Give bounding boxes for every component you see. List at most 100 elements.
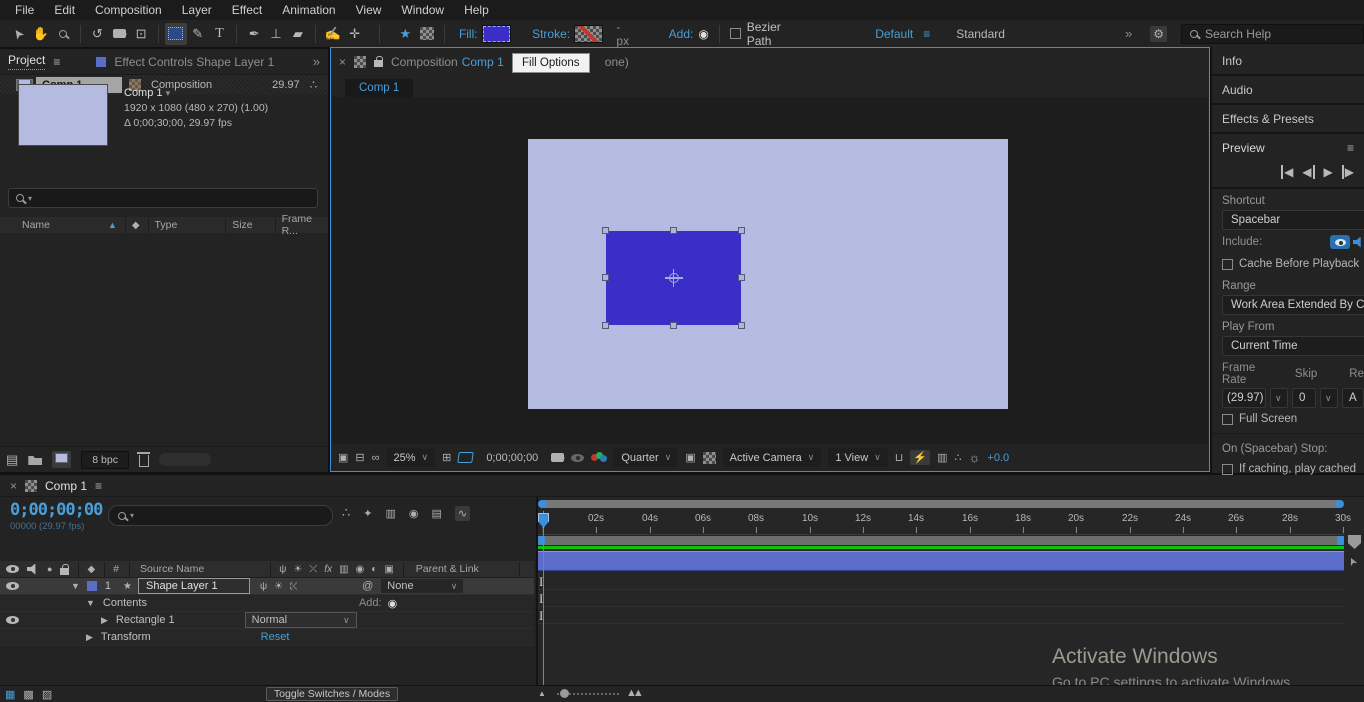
layer-collapse-icon[interactable]: ☀ (274, 581, 283, 592)
layer-name-field[interactable]: Shape Layer 1 (138, 578, 250, 594)
zoom-tool-icon[interactable] (52, 23, 74, 45)
parent-dropdown[interactable]: None∨ (381, 579, 463, 593)
eraser-tool-icon[interactable]: ▰ (287, 23, 309, 45)
time-ruler[interactable]: 0s02s04s06s08s10s12s14s16s18s20s22s24s26… (538, 511, 1344, 535)
exposure-value[interactable]: +0.0 (987, 452, 1009, 464)
play-from-dropdown[interactable]: Current Time (1222, 336, 1364, 356)
selection-handle[interactable] (738, 274, 745, 281)
layer-label-chip[interactable] (87, 581, 97, 591)
zoom-out-mountain-icon[interactable]: ▲ (538, 689, 546, 698)
blend-mode-dropdown[interactable]: Normal∨ (245, 612, 357, 628)
selection-handle[interactable] (670, 227, 677, 234)
magnification-dropdown[interactable]: 25%∨ (386, 448, 435, 467)
audio-column-icon[interactable] (27, 564, 39, 575)
draft-3d-icon[interactable]: ✦ (363, 507, 372, 520)
rectangle-label[interactable]: Rectangle 1 (116, 614, 175, 626)
sidebar-panel-header[interactable]: Effects & Presets (1212, 105, 1364, 134)
selection-tool-icon[interactable]: ➤ (8, 23, 30, 45)
skip-dropdown[interactable]: 0 (1292, 388, 1316, 408)
skip-caret[interactable]: ∨ (1320, 388, 1338, 408)
share-view-icon[interactable]: ⊔ (895, 451, 904, 464)
transform-label[interactable]: Transform (101, 631, 151, 643)
tab-project[interactable]: Project (8, 53, 45, 70)
lock-icon[interactable] (374, 60, 383, 67)
layer-shy-icon[interactable]: ψ (260, 581, 267, 592)
column-name[interactable]: Name (22, 219, 50, 231)
selection-handle[interactable] (602, 322, 609, 329)
type-tool-icon[interactable]: T (209, 23, 231, 45)
fx-column-icon[interactable]: fx (324, 564, 332, 575)
tab-effect-controls[interactable]: Effect Controls Shape Layer 1 (114, 55, 274, 69)
add-label[interactable]: Add: (669, 27, 694, 41)
selection-handle[interactable] (670, 322, 677, 329)
composition-canvas[interactable] (528, 139, 1008, 409)
stereo-glasses-icon[interactable]: ∞ (372, 452, 380, 464)
transform-row[interactable]: ▶ Transform Reset (0, 629, 534, 646)
pickwhip-icon[interactable]: @ (362, 580, 373, 592)
include-audio-icon[interactable] (1353, 237, 1364, 248)
preview-panel-header[interactable]: Preview ≡ (1212, 134, 1364, 161)
workspace-settings-icon[interactable]: ⚙ (1150, 26, 1167, 42)
anchor-point[interactable] (667, 271, 681, 285)
parent-link-column-label[interactable]: Parent & Link (416, 563, 479, 575)
close-icon[interactable]: × (10, 479, 17, 493)
shape-rectangle[interactable] (606, 231, 741, 325)
cache-before-playback-checkbox[interactable] (1222, 259, 1233, 270)
timeline-tab-comp1[interactable]: Comp 1 (45, 479, 87, 493)
layer-row-shape-layer-1[interactable]: ▼ 1 ★ Shape Layer 1 ψ ☀ ⤪ @ None∨ (0, 578, 534, 595)
menu-item[interactable]: View (347, 1, 391, 19)
layer-quality-icon[interactable]: ⤪ (290, 581, 298, 592)
viewer-timecode[interactable]: 0;00;00;00 (486, 452, 538, 464)
interpret-footage-icon[interactable]: ▤ (6, 452, 18, 468)
sidebar-panel-header[interactable]: Info (1212, 47, 1364, 76)
expand-transform-icon[interactable]: ▶ (86, 632, 93, 643)
new-composition-icon[interactable] (52, 451, 71, 468)
stroke-color-swatch[interactable] (575, 26, 602, 42)
transparency-grid-icon[interactable] (703, 452, 716, 464)
workspace-menu-icon[interactable]: ≡ (923, 27, 930, 41)
workspace-standard[interactable]: Standard (956, 27, 1005, 41)
selection-handle[interactable] (738, 227, 745, 234)
toggle-switches-modes-button[interactable]: Toggle Switches / Modes (266, 687, 398, 701)
selection-handle[interactable] (602, 227, 609, 234)
camera-tool-icon[interactable] (108, 23, 130, 45)
brainstorm-icon[interactable]: ▤ (432, 507, 442, 520)
comp-info-title[interactable]: Comp 1 (124, 87, 163, 99)
label-column-icon[interactable]: ◆ (87, 564, 95, 575)
contents-label[interactable]: Contents (103, 597, 147, 609)
zoom-in-mountains-icon[interactable]: ▲▲ (626, 687, 640, 699)
layer-video-icon[interactable] (6, 582, 19, 590)
timeline-horizontal-scrollbar[interactable] (540, 500, 1342, 508)
rectangle-visibility-icon[interactable] (6, 616, 19, 624)
expand-layer-icon[interactable]: ▼ (71, 581, 80, 591)
threed-column-icon[interactable]: ▣ (384, 564, 393, 575)
resolution-dropdown[interactable]: Quarter∨ (614, 448, 678, 467)
selection-handle[interactable] (738, 322, 745, 329)
composition-tab-comp-name[interactable]: Comp 1 (462, 55, 504, 69)
comp-thumbnail[interactable] (18, 84, 108, 146)
graph-editor-icon[interactable]: ∿ (455, 506, 470, 521)
rectangle-tool-icon[interactable] (165, 23, 187, 45)
current-timecode[interactable]: 0;00;00;00 (10, 500, 102, 520)
collapse-column-icon[interactable]: ☀ (293, 564, 302, 575)
rectangle-1-row[interactable]: ▶ Rectangle 1 Normal∨ (0, 612, 534, 629)
clone-stamp-tool-icon[interactable]: ⊥ (265, 23, 287, 45)
column-type[interactable]: Type (155, 219, 178, 231)
column-size[interactable]: Size (232, 219, 252, 231)
resolution-preview-dropdown[interactable]: A (1342, 388, 1364, 408)
hand-tool-icon[interactable]: ✋ (30, 23, 52, 45)
source-name-column-label[interactable]: Source Name (140, 563, 204, 575)
shortcut-dropdown[interactable]: Spacebar (1222, 210, 1364, 230)
delete-icon[interactable] (139, 455, 149, 467)
viewer-tab-comp1[interactable]: Comp 1 (345, 79, 413, 97)
if-caching-checkbox[interactable] (1222, 464, 1233, 475)
transform-reset-link[interactable]: Reset (261, 631, 290, 643)
menu-item[interactable]: Window (392, 1, 453, 19)
show-snapshot-icon[interactable] (571, 454, 584, 462)
timeline-search[interactable]: ▾ (108, 505, 333, 526)
brush-tool-icon[interactable]: ✒ (243, 23, 265, 45)
star-tool-icon[interactable]: ★ (394, 23, 416, 45)
playhead-line[interactable] (543, 511, 544, 685)
play-button[interactable]: ▶ (1324, 165, 1333, 179)
workspace-default[interactable]: Default (875, 27, 913, 41)
